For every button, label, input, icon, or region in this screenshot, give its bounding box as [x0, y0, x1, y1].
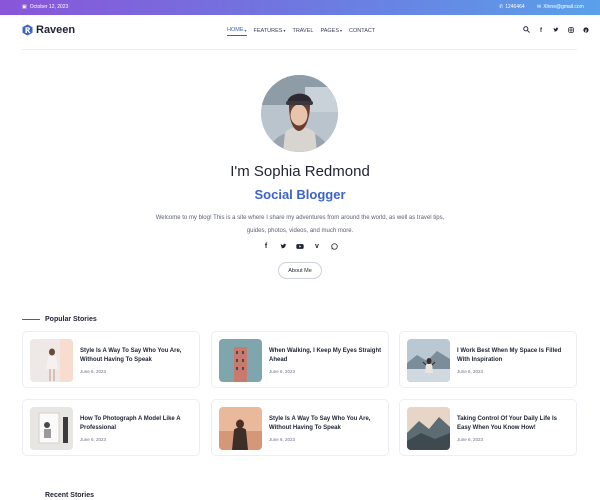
- topbar-email-text[interactable]: Xlnne@gmail.com: [543, 4, 584, 10]
- hero-description: Welcome to my blog! This is a site where…: [155, 215, 445, 234]
- nav-features-label: FEATURES: [253, 27, 283, 34]
- story-date: June 6, 2023: [269, 369, 296, 374]
- logo-icon: [22, 24, 33, 36]
- story-date: June 6, 2023: [457, 437, 484, 442]
- search-icon[interactable]: [522, 26, 530, 35]
- facebook-icon[interactable]: f: [262, 243, 270, 252]
- story-thumbnail[interactable]: [30, 339, 73, 382]
- nav-pages[interactable]: PAGES ▾: [320, 27, 342, 36]
- top-bar: ▣ October 12, 2023 ✆ 1246464 ✉ Xlnne@gma…: [0, 0, 600, 15]
- hero-name: I'm Sophia Redmond: [230, 163, 370, 180]
- story-title[interactable]: Style Is A Way To Say Who You Are, Witho…: [269, 415, 384, 433]
- nav-travel[interactable]: TRAVEL: [292, 27, 313, 36]
- recent-stories-heading: Recent Stories: [22, 492, 94, 499]
- chevron-down-icon: ▾: [340, 28, 343, 33]
- story-date: June 6, 2023: [457, 369, 484, 374]
- popular-stories-heading: Popular Stories: [22, 316, 97, 323]
- whatsapp-icon[interactable]: [330, 243, 338, 252]
- pinterest-icon[interactable]: p: [582, 27, 590, 35]
- site-logo[interactable]: Raveen: [22, 24, 75, 36]
- site-header: Raveen HOME ▾ FEATURES ▾ TRAVEL PAGES ▾ …: [0, 15, 600, 48]
- vimeo-icon[interactable]: v: [313, 243, 321, 252]
- hero-socials: f v: [262, 243, 338, 252]
- story-date: June 6, 2023: [80, 437, 107, 442]
- story-card[interactable]: Style Is A Way To Say Who You Are, Witho…: [211, 399, 389, 456]
- story-card[interactable]: When Walking, I Keep My Eyes Straight Ah…: [211, 331, 389, 388]
- story-thumbnail[interactable]: [407, 339, 450, 382]
- nav-home[interactable]: HOME ▾: [227, 27, 247, 36]
- story-card[interactable]: How To Photograph A Model Like A Profess…: [22, 399, 200, 456]
- chevron-down-icon: ▾: [244, 27, 247, 33]
- story-date: June 6, 2023: [80, 369, 107, 374]
- nav-contact[interactable]: CONTACT: [349, 27, 375, 36]
- story-title[interactable]: Taking Control Of Your Daily Life Is Eas…: [457, 415, 572, 433]
- brand-name: Raveen: [36, 24, 76, 36]
- story-title[interactable]: I Work Best When My Space Is Filled With…: [457, 347, 572, 365]
- topbar-phone[interactable]: ✆ 1246464: [499, 4, 525, 10]
- story-thumbnail[interactable]: [30, 407, 73, 450]
- nav-travel-label: TRAVEL: [292, 27, 314, 34]
- topbar-date: ▣ October 12, 2023: [22, 4, 68, 10]
- story-thumbnail[interactable]: [219, 407, 262, 450]
- topbar-date-text: October 12, 2023: [29, 4, 69, 10]
- phone-icon: ✆: [499, 3, 504, 10]
- recent-stories-title: Recent Stories: [45, 492, 95, 499]
- story-card[interactable]: Taking Control Of Your Daily Life Is Eas…: [399, 399, 577, 456]
- story-card[interactable]: Style Is A Way To Say Who You Are, Witho…: [22, 331, 200, 388]
- story-thumbnail[interactable]: [219, 339, 262, 382]
- main-nav: HOME ▾ FEATURES ▾ TRAVEL PAGES ▾ CONTACT: [227, 27, 375, 36]
- youtube-icon[interactable]: [296, 243, 304, 252]
- story-title[interactable]: How To Photograph A Model Like A Profess…: [80, 415, 195, 433]
- about-me-button[interactable]: About Me: [278, 262, 322, 279]
- heading-line: [22, 495, 40, 496]
- nav-features[interactable]: FEATURES ▾: [254, 27, 286, 36]
- avatar: [261, 75, 338, 152]
- story-date: June 6, 2023: [269, 437, 296, 442]
- story-title[interactable]: When Walking, I Keep My Eyes Straight Ah…: [269, 347, 384, 365]
- topbar-phone-text[interactable]: 1246464: [505, 4, 524, 10]
- story-thumbnail[interactable]: [407, 407, 450, 450]
- nav-home-label: HOME: [227, 27, 244, 33]
- twitter-icon[interactable]: [552, 27, 560, 35]
- chevron-down-icon: ▾: [283, 28, 286, 33]
- story-title[interactable]: Style Is A Way To Say Who You Are, Witho…: [80, 347, 195, 365]
- header-icons: f p: [522, 26, 590, 35]
- mail-icon: ✉: [537, 3, 542, 10]
- instagram-icon[interactable]: [567, 26, 575, 35]
- facebook-icon[interactable]: f: [537, 28, 545, 34]
- nav-contact-label: CONTACT: [349, 27, 376, 34]
- topbar-email[interactable]: ✉ Xlnne@gmail.com: [537, 4, 584, 10]
- popular-stories-title: Popular Stories: [45, 316, 97, 323]
- heading-line: [22, 319, 40, 320]
- story-card[interactable]: I Work Best When My Space Is Filled With…: [399, 331, 577, 388]
- header-divider: [22, 49, 577, 50]
- twitter-icon[interactable]: [279, 243, 287, 252]
- calendar-icon: ▣: [22, 3, 27, 10]
- nav-pages-label: PAGES: [320, 27, 340, 34]
- hero-role: Social Blogger: [254, 187, 346, 202]
